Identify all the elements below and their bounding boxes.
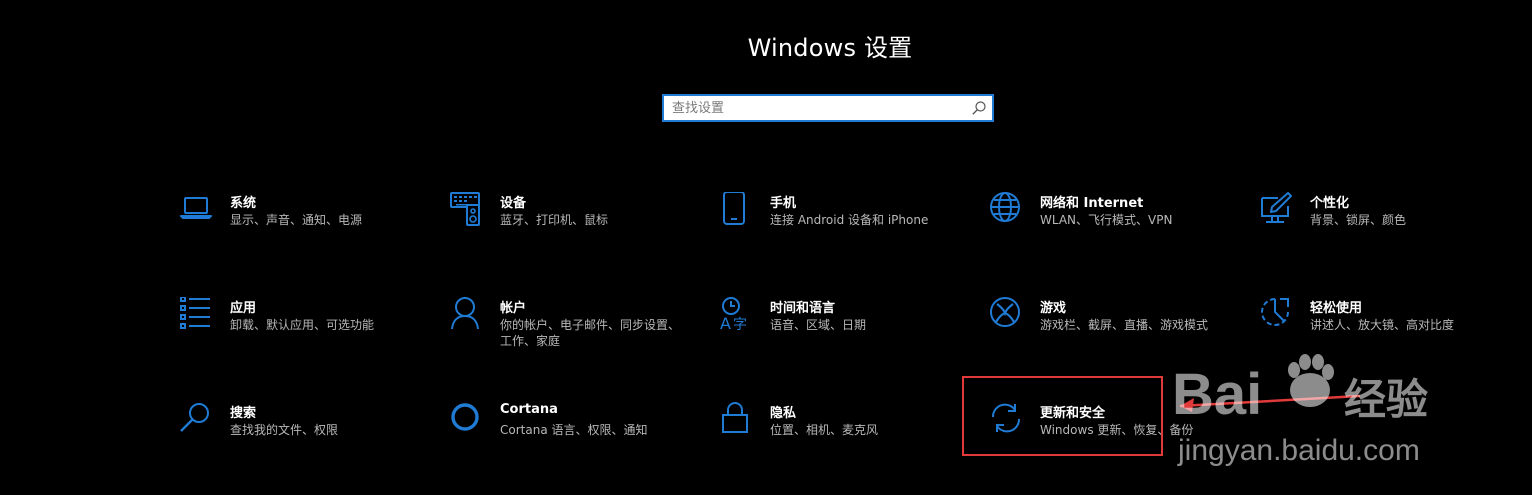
tile-apps-title: 应用 — [230, 301, 257, 316]
tile-devices-title: 设备 — [500, 196, 527, 211]
tile-system-title: 系统 — [230, 196, 257, 211]
tile-search-title: 搜索 — [230, 406, 257, 421]
tile-privacy-title: 隐私 — [770, 406, 797, 421]
page-title: Windows 设置 — [747, 34, 913, 62]
tile-devices-desc: 蓝牙、打印机、鼠标 — [500, 213, 609, 227]
tile-personalization-desc: 背景、锁屏、颜色 — [1310, 213, 1407, 227]
tile-privacy[interactable]: 隐私 位置、相机、麦克风 — [720, 402, 970, 472]
tile-network[interactable]: 网络和 Internet WLAN、飞行模式、VPN — [990, 192, 1240, 262]
cortana-circle-icon — [450, 402, 486, 438]
svg-text:A: A — [720, 314, 731, 333]
tile-time-language-title: 时间和语言 — [770, 301, 836, 316]
search-icon[interactable] — [971, 100, 987, 116]
tile-search-desc: 查找我的文件、权限 — [230, 423, 339, 437]
search-box[interactable] — [662, 94, 994, 122]
tile-ease-of-access[interactable]: 轻松使用 讲述人、放大镜、高对比度 — [1260, 297, 1510, 367]
apps-list-icon — [180, 297, 216, 333]
tile-network-desc: WLAN、飞行模式、VPN — [1040, 213, 1173, 227]
tile-phone-title: 手机 — [770, 196, 797, 211]
tile-personalization[interactable]: 个性化 背景、锁屏、颜色 — [1260, 192, 1510, 262]
xbox-icon — [990, 297, 1026, 333]
tile-cortana[interactable]: Cortana Cortana 语言、权限、通知 — [450, 402, 700, 472]
highlight-box — [962, 376, 1163, 456]
tile-ease-of-access-desc: 讲述人、放大镜、高对比度 — [1310, 318, 1455, 332]
tile-network-title: 网络和 Internet — [1040, 196, 1144, 211]
tile-time-language[interactable]: A 字 时间和语言 语音、区域、日期 — [720, 297, 970, 367]
tile-accounts-title: 帐户 — [500, 301, 527, 316]
tile-system[interactable]: 系统 显示、声音、通知、电源 — [180, 192, 430, 262]
tile-gaming-desc: 游戏栏、截屏、直播、游戏模式 — [1040, 318, 1209, 332]
tile-accounts-desc: 你的帐户、电子邮件、同步设置、工作、家庭 — [500, 318, 681, 348]
laptop-icon — [180, 192, 216, 228]
tile-apps-desc: 卸载、默认应用、可选功能 — [230, 318, 375, 332]
tile-personalization-title: 个性化 — [1310, 196, 1350, 211]
settings-window: Windows 设置 系统 显示、声音、通知、电源 — [0, 0, 1532, 495]
globe-icon — [990, 192, 1026, 228]
paint-display-icon — [1260, 192, 1296, 228]
tile-gaming-title: 游戏 — [1040, 301, 1067, 316]
tile-system-desc: 显示、声音、通知、电源 — [230, 213, 363, 227]
tile-gaming[interactable]: 游戏 游戏栏、截屏、直播、游戏模式 — [990, 297, 1240, 367]
phone-icon — [720, 192, 756, 228]
tile-search[interactable]: 搜索 查找我的文件、权限 — [180, 402, 430, 472]
svg-text:经验: 经验 — [1344, 375, 1428, 424]
tile-time-language-desc: 语音、区域、日期 — [770, 318, 867, 332]
magnifier-icon — [180, 402, 216, 438]
tile-accounts[interactable]: 帐户 你的帐户、电子邮件、同步设置、工作、家庭 — [450, 297, 700, 367]
tile-apps[interactable]: 应用 卸载、默认应用、可选功能 — [180, 297, 430, 367]
search-input[interactable] — [672, 98, 962, 118]
svg-text:字: 字 — [733, 317, 747, 333]
tile-ease-of-access-title: 轻松使用 — [1310, 301, 1363, 316]
tile-privacy-desc: 位置、相机、麦克风 — [770, 423, 879, 437]
keyboard-speaker-icon — [450, 192, 486, 228]
tile-cortana-desc: Cortana 语言、权限、通知 — [500, 423, 648, 437]
ease-of-access-icon — [1260, 297, 1296, 333]
time-language-icon: A 字 — [720, 297, 756, 333]
tile-phone[interactable]: 手机 连接 Android 设备和 iPhone — [720, 192, 970, 262]
lock-icon — [720, 402, 756, 438]
tile-phone-desc: 连接 Android 设备和 iPhone — [770, 213, 929, 227]
person-icon — [450, 297, 486, 333]
tile-cortana-title: Cortana — [500, 402, 558, 417]
tile-devices[interactable]: 设备 蓝牙、打印机、鼠标 — [450, 192, 700, 262]
